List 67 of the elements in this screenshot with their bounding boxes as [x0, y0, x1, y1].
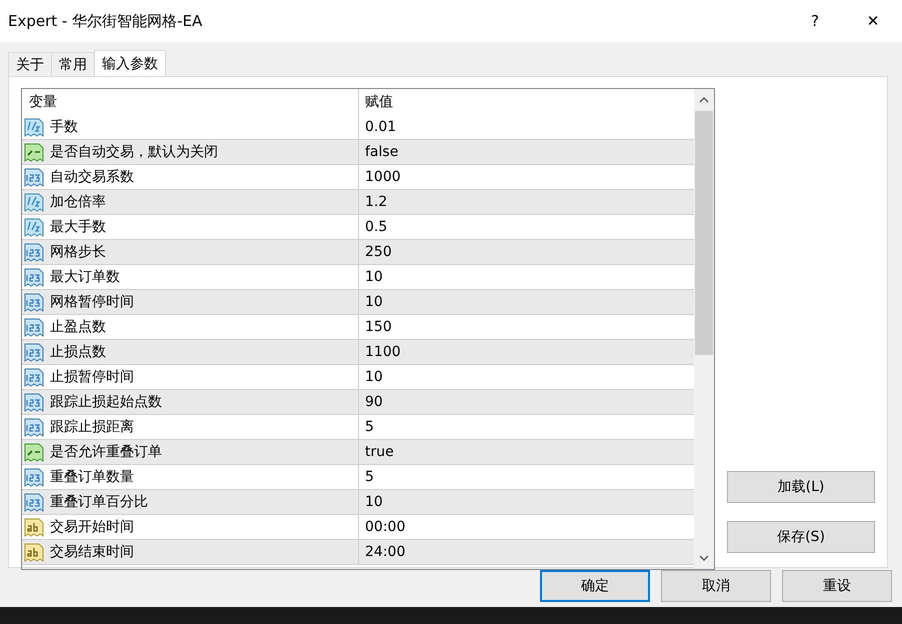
fraction-icon: [24, 217, 44, 237]
parameter-name: 最大订单数: [50, 268, 120, 286]
parameter-name: 重叠订单数量: [50, 468, 134, 486]
column-header: 变量: [28, 93, 57, 111]
dialog-button[interactable]: 取消: [661, 570, 771, 602]
number-icon: [24, 317, 44, 337]
number-icon: [24, 242, 44, 262]
number-icon: [24, 492, 44, 512]
dialog-button[interactable]: 确定: [540, 570, 650, 602]
number-icon: [24, 167, 44, 187]
number-icon: [24, 267, 44, 287]
parameter-name: 网格步长: [50, 243, 106, 261]
parameter-value: 5: [365, 469, 374, 485]
parameter-value: 00:00: [365, 519, 406, 535]
parameter-name: 跟踪止损起始点数: [50, 393, 162, 411]
parameter-value: 0.01: [365, 119, 396, 135]
tab[interactable]: 关于: [8, 52, 52, 76]
save-button[interactable]: 保存(S): [727, 521, 875, 553]
parameter-name: 交易结束时间: [50, 543, 134, 561]
number-icon: [24, 417, 44, 437]
parameter-value: 150: [365, 319, 392, 335]
parameter-name: 是否自动交易，默认为关闭: [50, 143, 218, 161]
parameter-value: 250: [365, 244, 392, 260]
dialog-button[interactable]: 重设: [782, 570, 892, 602]
number-icon: [24, 292, 44, 312]
close-button[interactable]: ✕: [844, 0, 902, 42]
parameter-value: 1100: [365, 344, 401, 360]
parameter-value: true: [365, 444, 394, 460]
parameter-name: 自动交易系数: [50, 168, 134, 186]
parameter-value: 1.2: [365, 194, 388, 210]
parameter-value: 1000: [365, 169, 401, 185]
parameter-value: 10: [365, 369, 383, 385]
parameter-name: 止损点数: [50, 343, 106, 361]
parameter-name: 跟踪止损距离: [50, 418, 134, 436]
text-icon: [24, 542, 44, 562]
number-icon: [24, 367, 44, 387]
parameter-value: 90: [365, 394, 383, 410]
load-button[interactable]: 加载(L): [727, 471, 875, 503]
parameter-name: 交易开始时间: [50, 518, 134, 536]
fraction-icon: [24, 117, 44, 137]
fraction-icon: [24, 192, 44, 212]
toggle-icon: [24, 442, 44, 462]
scrollbar-thumb[interactable]: [695, 111, 713, 355]
parameter-value: 5: [365, 419, 374, 435]
parameter-value: 24:00: [365, 544, 406, 560]
number-icon: [24, 392, 44, 412]
parameter-name: 手数: [50, 118, 78, 136]
tab[interactable]: 输入参数: [94, 50, 166, 76]
window-title: Expert - 华尔街智能网格-EA: [8, 12, 204, 30]
parameter-name: 最大手数: [50, 218, 106, 236]
toggle-icon: [24, 142, 44, 162]
parameter-value: 10: [365, 294, 383, 310]
parameter-value: 10: [365, 269, 383, 285]
parameter-name: 是否允许重叠订单: [50, 443, 162, 461]
parameter-name: 加仓倍率: [50, 193, 106, 211]
parameter-value: false: [365, 144, 398, 160]
number-icon: [24, 467, 44, 487]
help-button[interactable]: ?: [786, 0, 844, 42]
parameter-name: 止盈点数: [50, 318, 106, 336]
parameter-name: 止损暂停时间: [50, 368, 134, 386]
text-icon: [24, 517, 44, 537]
parameter-name: 网格暂停时间: [50, 293, 134, 311]
parameter-value: 10: [365, 494, 383, 510]
parameter-name: 重叠订单百分比: [50, 493, 148, 511]
number-icon: [24, 342, 44, 362]
column-header: 赋值: [365, 93, 393, 111]
parameter-value: 0.5: [365, 219, 388, 235]
